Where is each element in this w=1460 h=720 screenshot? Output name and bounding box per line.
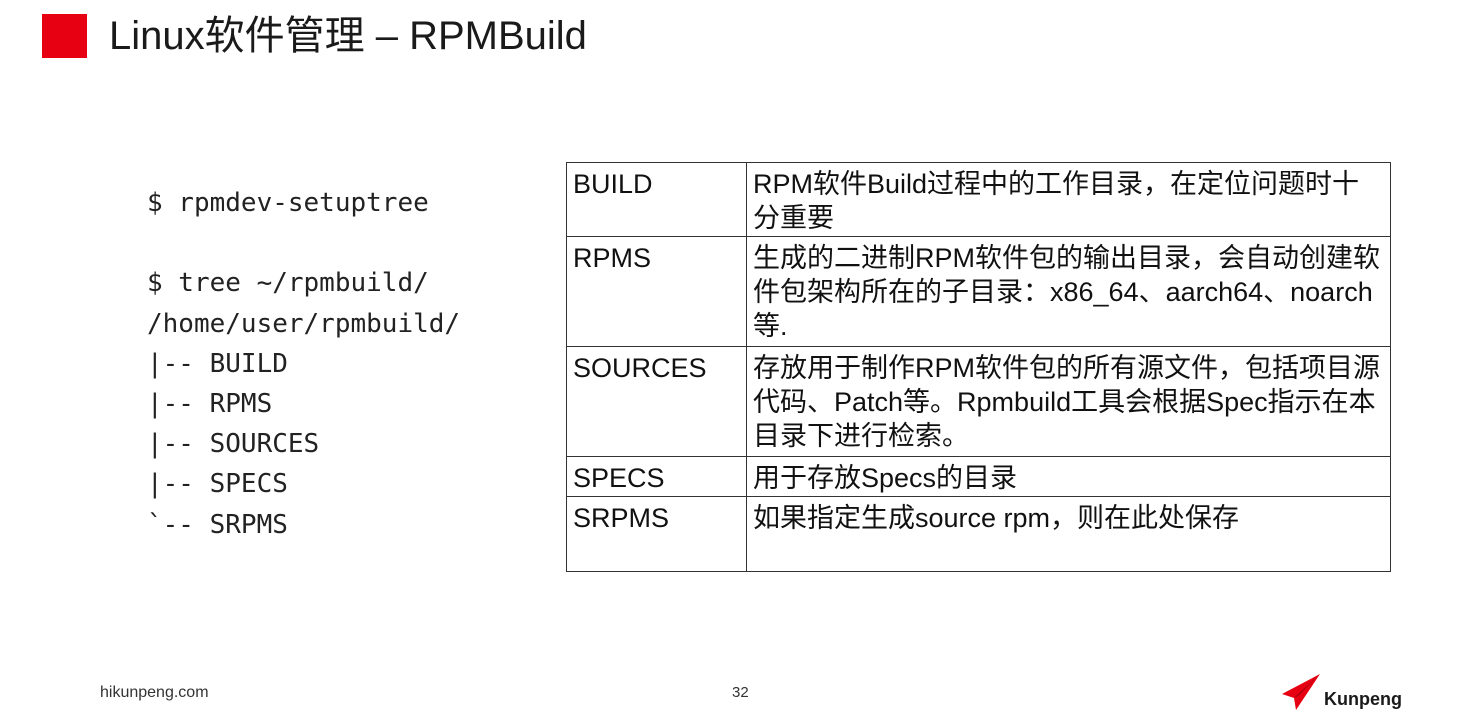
code-line: /home/user/rpmbuild/	[147, 308, 461, 339]
dir-desc-cell: RPM软件Build过程中的工作目录，在定位问题时十分重要	[746, 162, 1391, 237]
directory-table: BUILD RPM软件Build过程中的工作目录，在定位问题时十分重要 RPMS…	[566, 162, 1391, 572]
table-row: SRPMS 如果指定生成source rpm，则在此处保存	[566, 496, 1391, 572]
code-line: $ tree ~/rpmbuild/	[147, 268, 429, 299]
table-row: RPMS 生成的二进制RPM软件包的输出目录，会自动创建软件包架构所在的子目录：…	[566, 236, 1391, 347]
kunpeng-logo-icon	[1282, 674, 1320, 710]
title-accent-square	[42, 14, 87, 58]
page-number: 32	[732, 684, 749, 701]
dir-name-cell: SRPMS	[566, 496, 747, 572]
dir-desc-cell: 生成的二进制RPM软件包的输出目录，会自动创建软件包架构所在的子目录：x86_6…	[746, 236, 1391, 347]
code-block: $ rpmdev-setuptree $ tree ~/rpmbuild/ /h…	[147, 183, 460, 545]
code-line: `-- SRPMS	[147, 509, 288, 540]
dir-name-cell: BUILD	[566, 162, 747, 237]
table-row: BUILD RPM软件Build过程中的工作目录，在定位问题时十分重要	[566, 162, 1391, 237]
code-line: |-- BUILD	[147, 348, 288, 379]
table-row: SOURCES 存放用于制作RPM软件包的所有源文件，包括项目源代码、Patch…	[566, 346, 1391, 457]
dir-name-cell: SPECS	[566, 456, 747, 497]
footer-website: hikunpeng.com	[100, 684, 209, 701]
dir-desc-cell: 用于存放Specs的目录	[746, 456, 1391, 497]
kunpeng-logo: Kunpeng	[1280, 672, 1402, 712]
slide-header: Linux软件管理 – RPMBuild	[42, 14, 587, 58]
code-line: |-- SOURCES	[147, 429, 320, 460]
logo-text: Kunpeng	[1324, 689, 1402, 709]
code-line: |-- RPMS	[147, 388, 273, 419]
dir-desc-cell: 存放用于制作RPM软件包的所有源文件，包括项目源代码、Patch等。Rpmbui…	[746, 346, 1391, 457]
dir-name-cell: RPMS	[566, 236, 747, 347]
dir-name-cell: SOURCES	[566, 346, 747, 457]
code-line: $ rpmdev-setuptree	[147, 188, 429, 218]
slide-title: Linux软件管理 – RPMBuild	[109, 14, 587, 58]
table-row: SPECS 用于存放Specs的目录	[566, 456, 1391, 497]
code-line: |-- SPECS	[147, 469, 288, 500]
dir-desc-cell: 如果指定生成source rpm，则在此处保存	[746, 496, 1391, 572]
